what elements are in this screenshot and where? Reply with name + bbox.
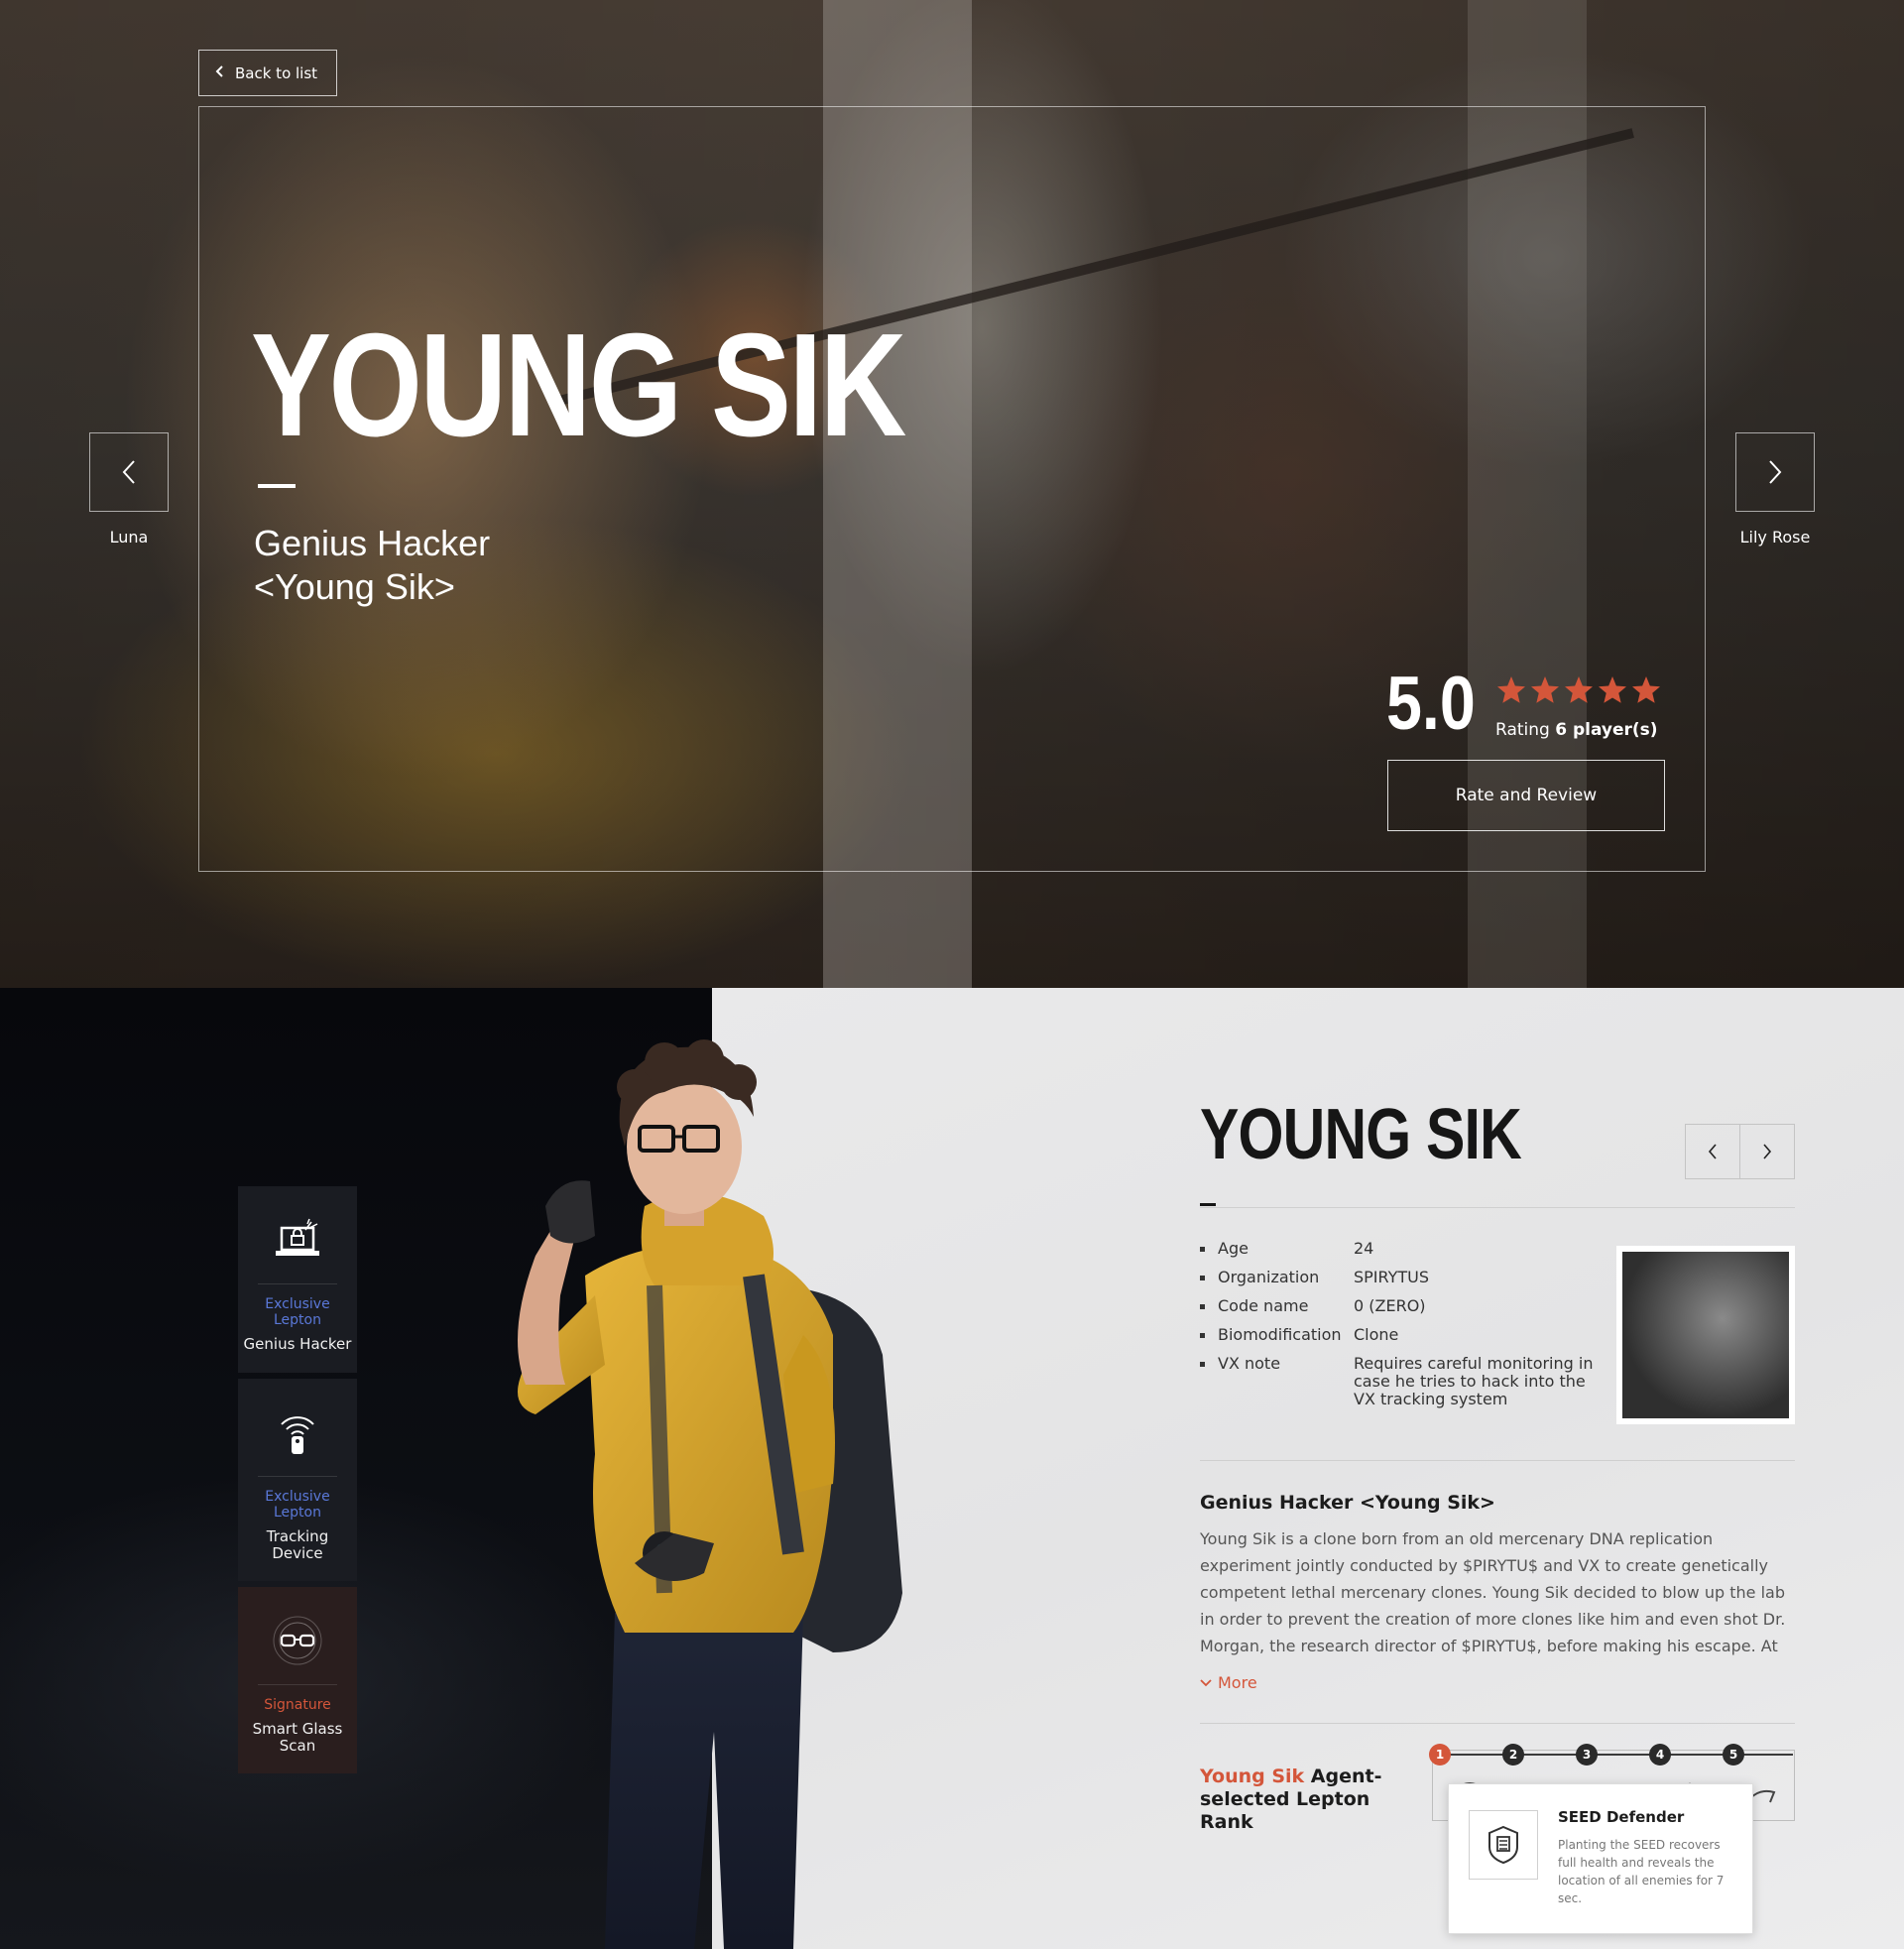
hero-frame — [198, 106, 1706, 872]
hero-subtitle-line2: <Young Sik> — [254, 566, 455, 607]
divider — [1200, 1207, 1795, 1208]
skill-card-genius-hacker[interactable]: Exclusive Lepton Genius Hacker — [238, 1186, 357, 1373]
rank-step-1[interactable]: 1 — [1429, 1744, 1451, 1766]
hero-banner: Back to list YOUNG SIK Genius Hacker <Yo… — [0, 0, 1904, 988]
attribute-value: Requires careful monitoring in case he t… — [1354, 1354, 1594, 1408]
tracking-device-icon — [272, 1406, 323, 1458]
seed-defender-icon — [1469, 1810, 1538, 1880]
bullet — [1200, 1333, 1205, 1338]
star-icon — [1565, 676, 1593, 703]
rating-players: 6 player(s) — [1555, 720, 1658, 740]
prev-character-label[interactable]: Luna — [69, 528, 188, 547]
portrait-image — [1622, 1252, 1789, 1418]
star-icon — [1531, 676, 1559, 703]
rating-label: Rating — [1495, 720, 1550, 740]
rank-title: Young Sik Agent-selected Lepton Rank — [1200, 1766, 1398, 1834]
attribute-row: Code name 0 (ZERO) — [1200, 1297, 1597, 1315]
attribute-key: Organization — [1218, 1268, 1320, 1286]
attribute-row: Organization SPIRYTUS — [1200, 1269, 1597, 1286]
chevron-left-icon — [215, 64, 225, 81]
attribute-list: Age 24 Organization SPIRYTUS Code name 0 (ZER… — [1200, 1240, 1597, 1419]
title-dash — [258, 484, 296, 488]
info-title: YOUNG SIK — [1200, 1095, 1522, 1174]
attribute-row: VX note Requires careful monitoring in ca… — [1200, 1355, 1597, 1408]
attribute-value: 24 — [1354, 1239, 1374, 1258]
attribute-row: Age 24 — [1200, 1240, 1597, 1258]
chevron-left-icon — [122, 460, 135, 484]
card-separator — [258, 1684, 337, 1685]
skill-card-smart-glass-scan[interactable]: Signature Smart Glass Scan — [238, 1587, 357, 1773]
bio-title: Genius Hacker <Young Sik> — [1200, 1492, 1495, 1514]
skill-name: Tracking Device — [266, 1527, 329, 1562]
tooltip-name: SEED Defender — [1558, 1808, 1685, 1826]
skill-name: Genius Hacker — [243, 1335, 352, 1353]
pager-next-button[interactable] — [1739, 1125, 1794, 1178]
character-pager — [1685, 1124, 1795, 1179]
skill-type: Exclusive Lepton — [265, 1489, 330, 1521]
more-button[interactable]: More — [1200, 1673, 1257, 1692]
attribute-row: Biomodification Clone — [1200, 1326, 1597, 1344]
attribute-value: Clone — [1354, 1325, 1399, 1344]
bullet — [1200, 1362, 1205, 1367]
divider — [1200, 1723, 1795, 1724]
card-separator — [258, 1283, 337, 1284]
next-character-label[interactable]: Lily Rose — [1716, 528, 1835, 547]
attribute-key: Biomodification — [1218, 1325, 1342, 1344]
back-to-list-button[interactable]: Back to list — [198, 50, 337, 96]
rating-text: Rating 6 player(s) — [1495, 720, 1658, 740]
bullet — [1200, 1304, 1205, 1309]
bullet — [1200, 1247, 1205, 1252]
rank-step-2[interactable]: 2 — [1502, 1744, 1524, 1766]
skill-type: Signature — [264, 1697, 331, 1713]
attribute-key: Age — [1218, 1239, 1249, 1258]
bullet — [1200, 1276, 1205, 1280]
back-label: Back to list — [235, 63, 318, 82]
rating-score: 5.0 — [1386, 662, 1476, 746]
attribute-key: VX note — [1218, 1354, 1281, 1373]
chevron-left-icon — [1708, 1144, 1717, 1159]
hero-subtitle: Genius Hacker <Young Sik> — [254, 522, 490, 609]
laptop-hack-icon — [272, 1214, 323, 1266]
divider — [1200, 1460, 1795, 1461]
prev-character-button[interactable] — [89, 432, 169, 512]
character-figure — [518, 1039, 902, 1949]
next-character-button[interactable] — [1735, 432, 1815, 512]
skill-card-tracking-device[interactable]: Exclusive Lepton Tracking Device — [238, 1379, 357, 1581]
character-portrait — [1616, 1246, 1795, 1424]
rating-stars — [1495, 674, 1662, 706]
rank-step-5[interactable]: 5 — [1723, 1744, 1744, 1766]
attribute-value: SPIRYTUS — [1354, 1268, 1430, 1286]
more-label: More — [1218, 1673, 1257, 1692]
tooltip-description: Planting the SEED recovers full health a… — [1558, 1838, 1725, 1905]
rank-step-3[interactable]: 3 — [1576, 1744, 1598, 1766]
chevron-down-icon — [1200, 1678, 1212, 1686]
bio-text: Young Sik is a clone born from an old me… — [1200, 1529, 1786, 1655]
chevron-right-icon — [1769, 460, 1782, 484]
rank-step-4[interactable]: 4 — [1649, 1744, 1671, 1766]
character-detail-section: Exclusive Lepton Genius Hacker Exclusive… — [0, 988, 1904, 1949]
smart-glass-icon — [272, 1615, 323, 1666]
chevron-right-icon — [1763, 1144, 1772, 1159]
hero-title: YOUNG SIK — [251, 304, 906, 467]
star-icon — [1599, 676, 1626, 703]
rank-tooltip: SEED Defender Planting the SEED recovers… — [1448, 1783, 1753, 1934]
star-icon — [1632, 676, 1660, 703]
star-icon — [1497, 676, 1525, 703]
skill-type: Exclusive Lepton — [265, 1296, 330, 1328]
pager-prev-button[interactable] — [1686, 1125, 1739, 1178]
hero-subtitle-line1: Genius Hacker — [254, 523, 491, 563]
rate-and-review-button[interactable]: Rate and Review — [1387, 760, 1665, 831]
title-dash — [1200, 1203, 1216, 1206]
card-separator — [258, 1476, 337, 1477]
rank-title-highlight: Young Sik — [1200, 1766, 1305, 1787]
attribute-key: Code name — [1218, 1296, 1309, 1315]
attribute-value: 0 (ZERO) — [1354, 1296, 1426, 1315]
skill-name: Smart Glass Scan — [252, 1720, 343, 1755]
